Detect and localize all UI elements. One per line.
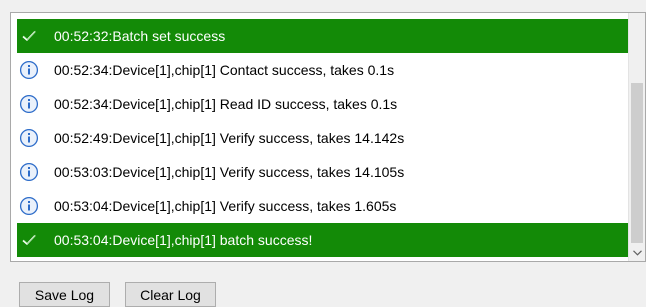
log-entry-text: 00:53:04:Device[1],chip[1] Verify succes…: [54, 198, 397, 214]
log-entry-text: 00:52:34:Device[1],chip[1] Read ID succe…: [54, 96, 398, 112]
info-icon: [19, 196, 39, 216]
log-entry-info[interactable]: 00:52:34:Device[1],chip[1] Read ID succe…: [17, 87, 630, 121]
info-icon: [19, 162, 39, 182]
log-entry-text: 00:52:32:Batch set success: [54, 28, 226, 44]
log-entry-text: 00:52:34:Device[1],chip[1] Contact succe…: [54, 62, 395, 78]
log-panel: 00:52:32:Batch set success 00:52:34:Devi…: [10, 12, 646, 262]
log-entry-info[interactable]: 00:53:04:Device[1],chip[1] Verify succes…: [17, 189, 630, 223]
scroll-down-icon[interactable]: [629, 244, 645, 261]
log-entry-success[interactable]: 00:52:32:Batch set success: [17, 19, 630, 53]
info-icon: [19, 94, 39, 114]
check-icon: [19, 26, 39, 46]
log-entry-info[interactable]: 00:53:03:Device[1],chip[1] Verify succes…: [17, 155, 630, 189]
log-entry-info[interactable]: 00:52:34:Device[1],chip[1] Contact succe…: [17, 53, 630, 87]
scrollbar-thumb[interactable]: [631, 83, 643, 243]
log-entry-text: 00:53:04:Device[1],chip[1] batch success…: [54, 232, 313, 248]
log-entry-info[interactable]: 00:52:49:Device[1],chip[1] Verify succes…: [17, 121, 630, 155]
info-icon: [19, 60, 39, 80]
log-entry-text: 00:52:49:Device[1],chip[1] Verify succes…: [54, 130, 405, 146]
info-icon: [19, 128, 39, 148]
vertical-scrollbar[interactable]: [628, 13, 645, 261]
log-entry-success[interactable]: 00:53:04:Device[1],chip[1] batch success…: [17, 223, 630, 257]
clear-log-button[interactable]: Clear Log: [125, 282, 216, 307]
save-log-button[interactable]: Save Log: [19, 282, 110, 307]
log-entry-text: 00:53:03:Device[1],chip[1] Verify succes…: [54, 164, 405, 180]
check-icon: [19, 230, 39, 250]
